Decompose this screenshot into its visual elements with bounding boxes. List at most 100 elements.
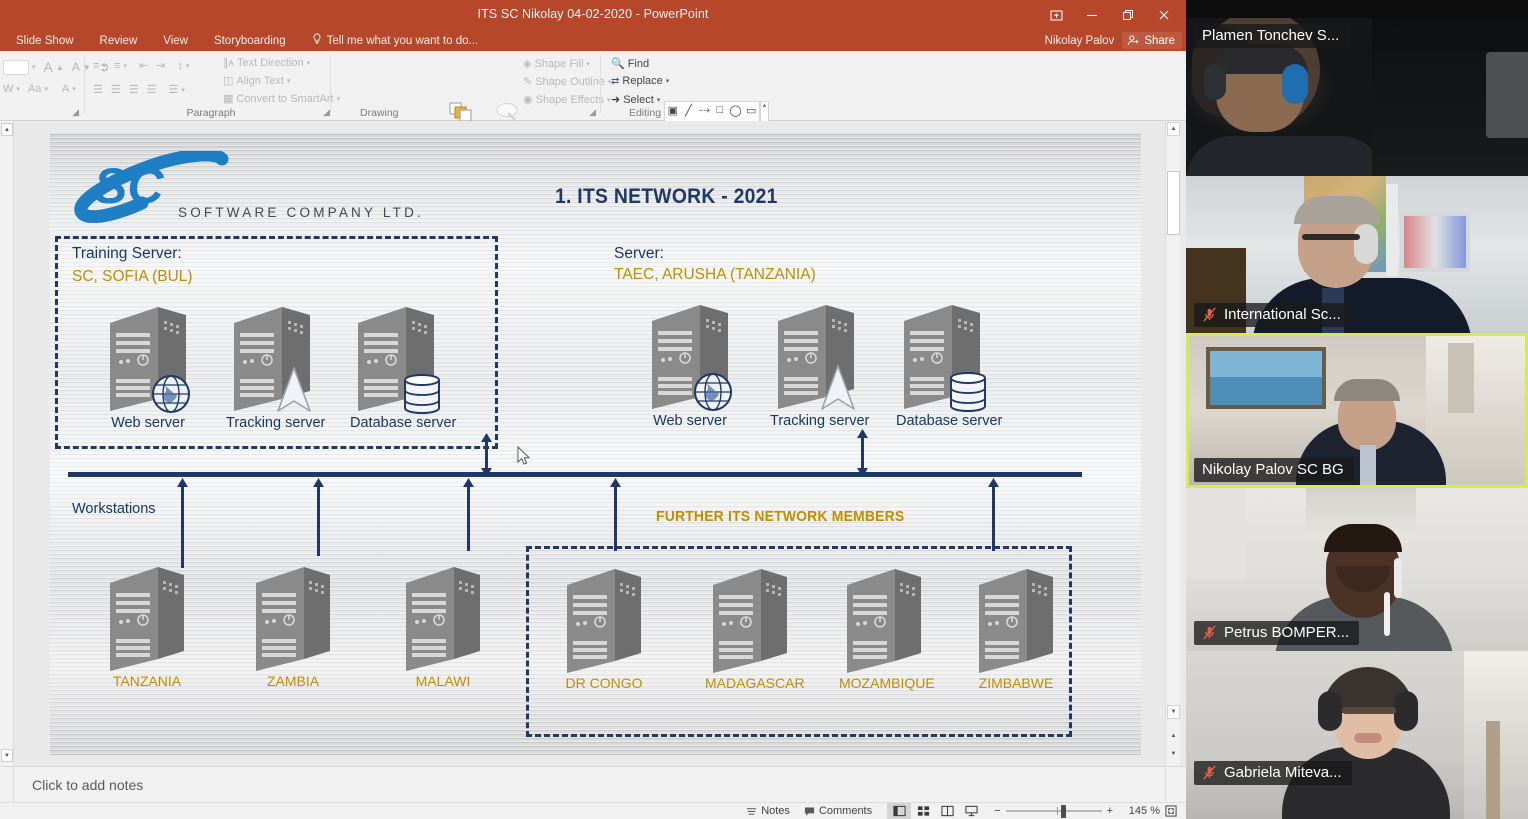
previous-slide-button[interactable]: ▲	[1167, 729, 1180, 743]
shape-fill-button[interactable]: ◈ Shape Fill ▾	[520, 55, 593, 72]
zoom-slider[interactable]	[1005, 803, 1102, 819]
scrollbar-thumb[interactable]	[1167, 171, 1180, 235]
select-button[interactable]: ➜ Select ▾	[608, 91, 663, 108]
notes-toggle-button[interactable]: Notes	[739, 803, 797, 819]
server-database-left[interactable]: Database server	[350, 303, 456, 431]
text-direction-button[interactable]: ∥ᴀ Text Direction ▾	[220, 54, 313, 71]
tab-view[interactable]: View	[163, 35, 188, 47]
rail-scroll-up-button[interactable]: ▲	[1, 123, 13, 136]
workstation-tower-icon	[847, 569, 921, 673]
participant-tile-4[interactable]: Petrus BOMPER...	[1186, 488, 1528, 651]
columns-button[interactable]: ☰ ▾	[166, 81, 188, 98]
slide-canvas[interactable]: SC SOFTWARE COMPANY LTD. 1. ITS NETWORK …	[34, 133, 1171, 755]
scroll-up-button[interactable]: ▲	[1167, 122, 1180, 136]
workstation-malawi[interactable]: MALAWI	[398, 561, 488, 689]
line-spacing-button[interactable]: ↕ ▾	[174, 58, 192, 74]
zoom-level-label[interactable]: 145 %	[1118, 805, 1160, 817]
paragraph-group-label: Paragraph	[186, 107, 236, 119]
zoom-thumb[interactable]	[1060, 804, 1066, 818]
participant-tile-3[interactable]: Nikolay Palov SC BG	[1186, 333, 1528, 488]
change-case-button[interactable]: Aa ▾	[25, 81, 51, 97]
participant-name-badge: International Sc...	[1194, 303, 1351, 327]
server-web-right[interactable]: Web server	[644, 301, 736, 429]
zoom-out-button[interactable]: −	[989, 803, 1005, 819]
select-pointer-icon: ➜	[611, 94, 621, 106]
globe-icon	[152, 375, 190, 413]
share-button[interactable]: Share	[1122, 32, 1182, 49]
tell-me-search[interactable]: Tell me what you want to do...	[312, 33, 478, 48]
participant-tile-2[interactable]: International Sc...	[1186, 176, 1528, 333]
workstation-tanzania[interactable]: TANZANIA	[102, 561, 192, 689]
server-web-left[interactable]: Web server	[102, 303, 194, 431]
find-button[interactable]: 🔍 Find	[608, 55, 652, 72]
justify-button[interactable]: ☰	[144, 81, 160, 98]
connector-arrow-down	[988, 478, 999, 551]
decrease-indent-button[interactable]: ⇤	[136, 57, 151, 74]
drawing-dialog-launcher[interactable]: ◢	[589, 107, 596, 118]
font-dialog-launcher[interactable]: ◢	[72, 107, 79, 118]
notes-scrollbar[interactable]	[1165, 767, 1180, 803]
participant-name-badge: Nikolay Palov SC BG	[1194, 458, 1354, 482]
increase-font-size-button[interactable]: A ▲	[41, 57, 67, 77]
slide-sorter-view-button[interactable]	[911, 803, 935, 819]
ribbon-group-drawing: ▣ ╱ ⤍ □ ◯ ▭ △ ⌋ ⌝ ⇒ ⇓ ⬠ ∾ ⌒ ⌢ { }	[332, 51, 769, 151]
svg-text:SC: SC	[94, 158, 164, 214]
zoom-in-button[interactable]: +	[1102, 803, 1118, 819]
bullets-button[interactable]: ≡ ▾	[90, 58, 109, 74]
shape-arrow-line-icon[interactable]: ⤍	[696, 102, 712, 118]
server-database-right[interactable]: Database server	[896, 301, 1002, 429]
increase-indent-button[interactable]: ⇥	[153, 57, 168, 74]
member-dr-congo[interactable]: DR CONGO	[559, 563, 649, 691]
next-slide-button[interactable]: ▼	[1167, 747, 1180, 761]
participant-tile-5[interactable]: Gabriela Miteva...	[1186, 651, 1528, 819]
member-zimbabwe[interactable]: ZIMBABWE	[971, 563, 1061, 691]
shape-oval-icon[interactable]: ◯	[728, 102, 744, 118]
align-left-button[interactable]: ☰	[90, 81, 106, 98]
align-center-button[interactable]: ☰	[108, 81, 124, 98]
restore-icon[interactable]	[1110, 0, 1146, 30]
tab-slide-show[interactable]: Slide Show	[16, 35, 74, 47]
fit-slide-to-window-icon[interactable]	[1160, 803, 1182, 819]
server-tracking-right[interactable]: Tracking server	[770, 301, 869, 429]
normal-view-button[interactable]	[887, 802, 912, 819]
ribbon-display-options-icon[interactable]	[1038, 0, 1074, 30]
connector-arrow-down	[463, 478, 474, 551]
convert-to-smartart-button[interactable]: ▦ Convert to SmartArt ▾	[220, 90, 343, 107]
server-label: Database server	[896, 413, 1003, 429]
member-madagascar[interactable]: MADAGASCAR	[705, 563, 805, 691]
font-size-box[interactable]: ▾	[0, 58, 39, 77]
notes-icon	[747, 807, 757, 815]
mic-muted-icon	[1203, 765, 1216, 780]
paragraph-dialog-launcher[interactable]: ◢	[323, 107, 330, 118]
notes-pane[interactable]: Click to add notes	[0, 766, 1186, 803]
shape-rectangle-icon[interactable]: □	[712, 102, 728, 118]
numbering-button[interactable]: ≡ ▾	[111, 58, 130, 74]
align-right-button[interactable]: ☰	[126, 81, 142, 98]
scroll-down-button[interactable]: ▼	[1167, 705, 1180, 719]
member-mozambique[interactable]: MOZAMBIQUE	[839, 563, 935, 691]
workstation-zambia[interactable]: ZAMBIA	[248, 561, 338, 689]
notes-placeholder[interactable]: Click to add notes	[32, 777, 143, 793]
reading-view-button[interactable]	[935, 803, 959, 819]
slide-show-view-button[interactable]	[959, 803, 983, 819]
training-server-location: SC, SOFIA (BUL)	[72, 268, 193, 285]
minimize-icon[interactable]	[1074, 0, 1110, 30]
text-effects-button[interactable]: A ▾	[59, 81, 79, 97]
ribbon-group-editing: 🔍 Find ⇄ Replace ▾ ➜ Select ▾ Editing	[604, 51, 686, 121]
close-icon[interactable]	[1146, 0, 1182, 30]
participant-tile-1[interactable]: Plamen Tonchev S...	[1186, 18, 1528, 176]
server-tracking-left[interactable]: Tracking server	[226, 303, 325, 431]
comments-toggle-button[interactable]: Comments	[797, 803, 879, 819]
scroll-up-icon[interactable]: ▲	[762, 103, 768, 109]
tab-storyboarding[interactable]: Storyboarding	[214, 35, 286, 47]
slide[interactable]: SC SOFTWARE COMPANY LTD. 1. ITS NETWORK …	[50, 133, 1141, 755]
slide-title[interactable]: 1. ITS NETWORK - 2021	[555, 185, 778, 209]
slide-vertical-scrollbar[interactable]: ▲ ▼ ▲ ▼	[1165, 121, 1180, 766]
underline-button[interactable]: W ▾	[0, 81, 23, 97]
align-text-button[interactable]: ◫ Align Text ▾	[220, 72, 293, 89]
shape-rounded-rect-icon[interactable]: ▭	[743, 102, 759, 118]
rail-scroll-down-button[interactable]: ▼	[1, 749, 13, 762]
replace-button[interactable]: ⇄ Replace ▾	[608, 73, 672, 89]
account-name[interactable]: Nikolay Palov	[1045, 35, 1115, 47]
tab-review[interactable]: Review	[100, 35, 138, 47]
